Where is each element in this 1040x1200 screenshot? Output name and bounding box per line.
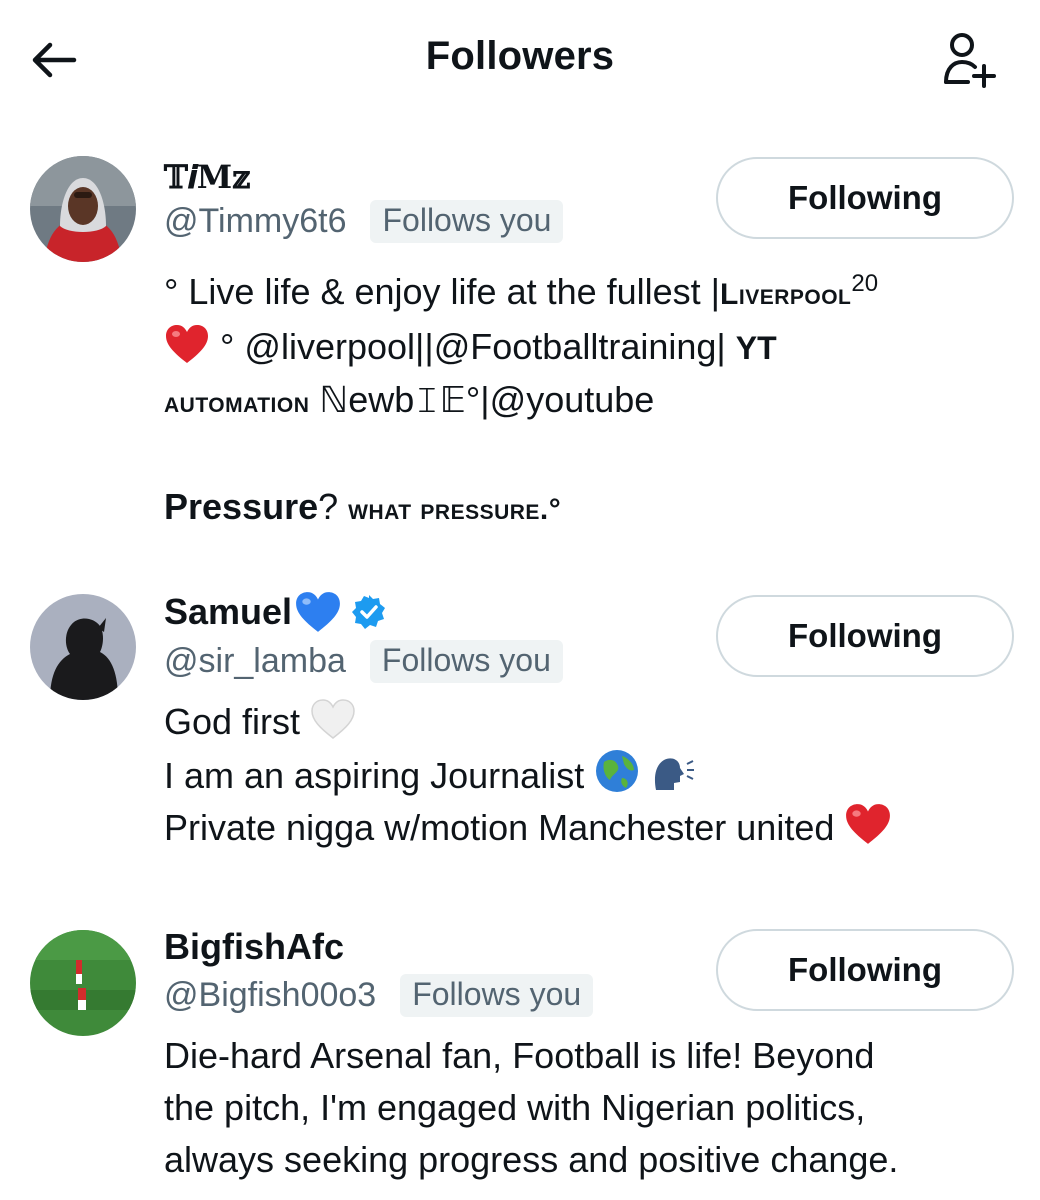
bio-line: always seeking progress and positive cha…: [164, 1139, 899, 1180]
bio-line: Die-hard Arsenal fan, Football is life! …: [164, 1035, 875, 1076]
avatar[interactable]: [30, 156, 136, 262]
following-button[interactable]: Following: [716, 595, 1014, 677]
white-heart-icon: [311, 699, 355, 739]
handle: @sir_lamba: [164, 642, 346, 680]
following-button[interactable]: Following: [716, 157, 1014, 239]
handle-row: @Timmy6t6 Follows you: [164, 200, 564, 243]
bio-line: automation ℕewb𝙸𝔼°|@youtube: [164, 379, 655, 420]
display-name[interactable]: Samuel: [164, 591, 292, 633]
speaking-head-icon: [655, 758, 695, 790]
bio-line: I am an aspiring Journalist: [164, 748, 1014, 802]
display-name[interactable]: 𝕋𝒊M𝕫: [164, 158, 250, 197]
add-user-button[interactable]: [934, 28, 1004, 92]
bio-line: Private nigga w/motion Manchester united: [164, 802, 1014, 854]
handle-row: @sir_lamba Follows you: [164, 640, 563, 683]
top-bar: Followers: [0, 0, 1040, 120]
red-heart-icon: [846, 804, 891, 844]
follows-you-badge: Follows you: [400, 974, 594, 1017]
name-row: Samuel: [164, 590, 388, 634]
bio: Die-hard Arsenal fan, Football is life! …: [164, 1030, 1014, 1186]
following-button[interactable]: Following: [716, 929, 1014, 1011]
follows-you-badge: Follows you: [369, 640, 563, 683]
name-row: BigfishAfc: [164, 926, 344, 968]
bio-line: ° @liverpool||@Footballtraining| YT: [164, 321, 1014, 374]
add-user-icon: [944, 33, 996, 88]
red-heart-icon: [166, 325, 208, 363]
verified-badge-icon: [352, 595, 386, 629]
bio-line-blank: [164, 429, 1014, 481]
bio-line: God first: [164, 696, 1014, 748]
follows-you-badge: Follows you: [370, 200, 564, 243]
name-row: 𝕋𝒊M𝕫: [164, 158, 250, 197]
handle-row: @Bigfish00o3 Follows you: [164, 974, 594, 1017]
avatar[interactable]: [30, 930, 136, 1036]
handle: @Bigfish00o3: [164, 976, 377, 1014]
bio-line: Pressure? what pressure.°: [164, 486, 562, 527]
bio: ° Live life & enjoy life at the fullest …: [164, 258, 1014, 536]
globe-icon: [596, 750, 639, 792]
bio: God first I am an aspiring Journalist Pr…: [164, 696, 1014, 854]
avatar[interactable]: [30, 594, 136, 700]
handle: @Timmy6t6: [164, 202, 347, 240]
bio-line: ° Live life & enjoy life at the fullest …: [164, 270, 879, 312]
blue-heart-icon: [296, 592, 340, 632]
bio-line: the pitch, I'm engaged with Nigerian pol…: [164, 1087, 866, 1128]
display-name[interactable]: BigfishAfc: [164, 926, 344, 968]
page-title: Followers: [425, 34, 615, 78]
